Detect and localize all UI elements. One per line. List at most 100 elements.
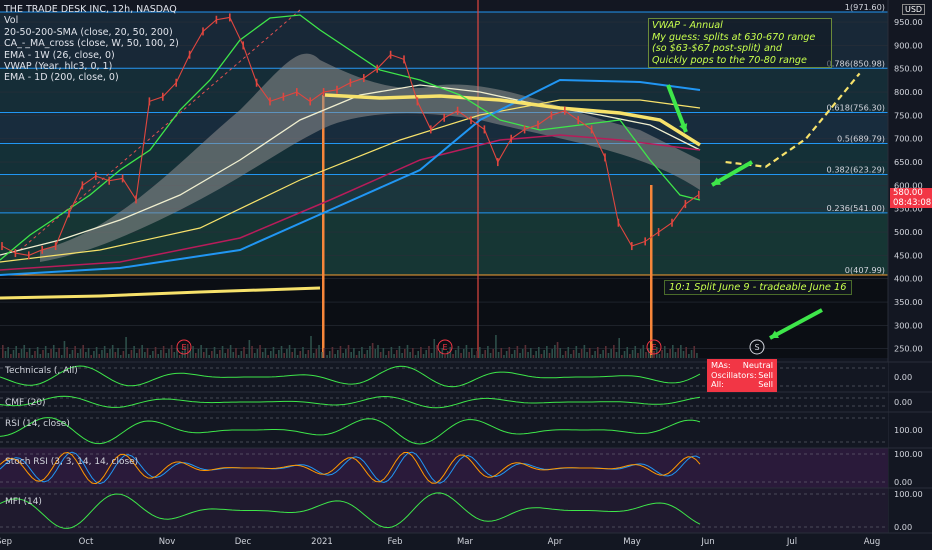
- volume-bar: [594, 351, 596, 358]
- volume-bar: [685, 347, 687, 358]
- volume-bar: [605, 346, 607, 358]
- price-candle: [349, 78, 352, 87]
- indicator-sma[interactable]: 20-50-200-SMA (close, 20, 50, 200): [4, 27, 179, 38]
- volume-bar: [20, 349, 23, 358]
- volume-bar: [529, 348, 532, 358]
- price-candle: [215, 15, 218, 24]
- oscillator-tick-label: 0.00: [894, 477, 912, 487]
- vwap-annotation-line: Quickly pops to the 70-80 range: [652, 54, 807, 66]
- volume-bar: [267, 355, 269, 358]
- volume-bar: [586, 352, 588, 358]
- volume-bar: [168, 349, 170, 358]
- volume-bar: [203, 352, 205, 358]
- time-tick-label: Apr: [548, 537, 563, 547]
- currency-badge[interactable]: USD: [902, 4, 926, 15]
- volume-bar: [379, 352, 382, 358]
- volume-bar: [492, 349, 495, 358]
- volume-bar: [95, 347, 98, 358]
- technicals-all: All: Sell: [711, 380, 773, 390]
- indicator-ema-1w[interactable]: EMA - 1W (26, close, 0): [4, 50, 179, 61]
- vwap-annotation-line: VWAP - Annual: [652, 20, 723, 31]
- price-candle: [242, 41, 244, 50]
- last-price-value: 580.00: [893, 188, 923, 198]
- volume-bar: [473, 355, 476, 358]
- volume-bar: [462, 349, 465, 358]
- volume-bar: [623, 351, 626, 358]
- price-candle: [698, 190, 700, 199]
- indicator-ema-1d[interactable]: EMA - 1D (200, close, 0): [4, 72, 179, 83]
- split-annotation: 10:1 Split June 9 - tradeable June 16: [664, 280, 852, 295]
- volume-bar: [674, 352, 677, 358]
- volume-bar: [578, 353, 580, 358]
- volume-bar: [34, 351, 36, 358]
- volume-bar: [253, 353, 256, 358]
- volume-bar: [639, 349, 642, 358]
- volume-bar: [2, 345, 4, 358]
- price-candle: [443, 113, 445, 122]
- volume-bar: [430, 353, 433, 358]
- last-price-tag: 580.00 08:43:08: [890, 188, 932, 208]
- volume-bar: [696, 353, 698, 358]
- price-tick-label: 850.00: [894, 64, 923, 74]
- volume-bar: [511, 354, 513, 358]
- volume-bar: [524, 345, 527, 358]
- price-candle: [657, 228, 660, 237]
- price-candle: [416, 97, 419, 106]
- volume-bar: [261, 352, 264, 358]
- price-candle: [604, 153, 606, 162]
- volume-bar: [181, 351, 184, 358]
- volume-bar: [63, 341, 66, 358]
- volume-bar: [438, 352, 441, 358]
- volume-bar: [583, 345, 586, 358]
- volume-bar: [310, 336, 312, 358]
- volume-bar: [527, 352, 529, 358]
- volume-bar: [570, 354, 572, 358]
- price-candle: [269, 97, 271, 106]
- volume-bar: [387, 351, 390, 358]
- fib-zone: [0, 143, 888, 175]
- technicals-summary: MAs: Neutral Oscillators: Sell All: Sell: [707, 359, 777, 392]
- volume-bar: [270, 351, 272, 358]
- indicator-ma-cross[interactable]: CA_-_MA_cross (close, W, 50, 100, 2): [4, 38, 179, 49]
- volume-bar: [165, 353, 168, 358]
- pane-label-technicals[interactable]: Technicals (, All): [5, 366, 78, 376]
- volume-bar: [621, 355, 623, 358]
- oscillator-tick-label: 0.00: [894, 397, 912, 407]
- volume-bar: [406, 345, 409, 358]
- volume-bar: [353, 348, 355, 358]
- indicator-vwap[interactable]: VWAP (Year, hlc3, 0, 1): [4, 61, 179, 72]
- volume-bar: [66, 347, 68, 358]
- price-candle: [121, 174, 124, 183]
- volume-bar: [433, 339, 436, 358]
- volume-bar: [315, 349, 318, 358]
- price-candle: [550, 111, 553, 120]
- split-marker-label: S: [754, 343, 759, 352]
- price-candle: [41, 245, 43, 254]
- volume-bar: [232, 352, 235, 358]
- price-tick-label: 450.00: [894, 250, 923, 260]
- earnings-marker-label: E: [442, 343, 447, 352]
- volume-bar: [487, 346, 489, 358]
- pane-label-stoch-rsi[interactable]: Stoch RSI (3, 3, 14, 14, close): [5, 457, 138, 467]
- volume-bar: [551, 349, 553, 358]
- price-candle: [296, 88, 298, 97]
- volume-bar: [111, 345, 114, 358]
- volume-bar: [26, 352, 28, 358]
- price-tick-label: 400.00: [894, 274, 923, 284]
- volume-bar: [634, 346, 637, 358]
- volume-bar: [280, 346, 283, 358]
- indicator-vol[interactable]: Vol: [4, 15, 179, 26]
- price-candle: [577, 116, 579, 125]
- pane-label-cmf[interactable]: CMF (20): [5, 398, 46, 408]
- volume-bar: [374, 349, 377, 358]
- volume-bar: [363, 354, 366, 358]
- volume-bar: [200, 345, 202, 358]
- pane-label-mfi[interactable]: MFI (14): [5, 497, 42, 507]
- volume-bar: [521, 349, 524, 358]
- price-candle: [28, 251, 30, 260]
- volume-bar: [626, 347, 629, 358]
- volume-bar: [4, 351, 7, 358]
- volume-bar: [562, 355, 564, 358]
- pane-label-rsi[interactable]: RSI (14, close): [5, 419, 70, 429]
- volume-bar: [588, 348, 591, 358]
